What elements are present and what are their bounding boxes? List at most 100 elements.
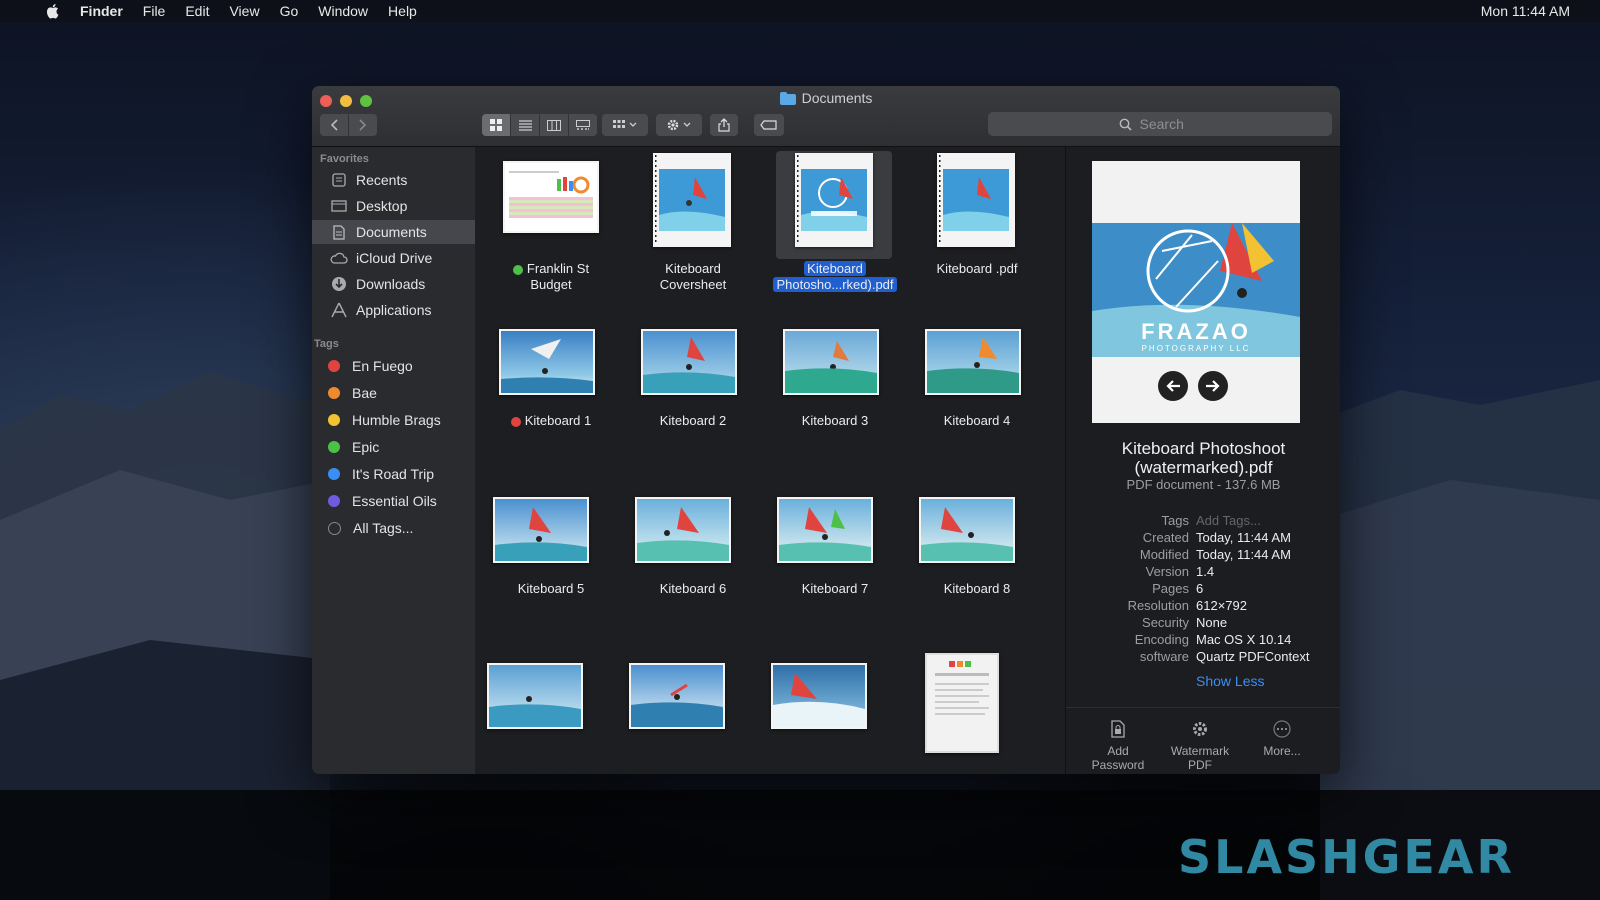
desktop-icon xyxy=(330,198,348,214)
file-item[interactable]: Franklin St Budget xyxy=(481,147,621,307)
sidebar-item-icloud-drive[interactable]: iCloud Drive xyxy=(312,246,475,270)
search-input[interactable] xyxy=(1137,115,1202,133)
file-thumbnail xyxy=(777,497,873,563)
add-password-button[interactable]: Add Password xyxy=(1078,718,1158,772)
file-item[interactable]: Kiteboard 8 xyxy=(907,485,1047,635)
documents-icon xyxy=(330,224,348,240)
group-icon xyxy=(613,120,637,128)
file-thumbnail xyxy=(493,497,589,563)
group-by-button[interactable] xyxy=(602,114,648,136)
file-item[interactable]: Kiteboard 5 xyxy=(481,485,621,635)
file-item[interactable]: Kiteboard 4 xyxy=(907,317,1047,467)
menu-finder[interactable]: Finder xyxy=(80,3,123,19)
kiteboard-pdf-preview xyxy=(939,155,1013,245)
sidebar-item-label: Documents xyxy=(356,224,427,240)
menu-bar: Finder File Edit View Go Window Help Mon… xyxy=(0,0,1600,22)
spreadsheet-preview xyxy=(509,171,593,218)
page-forward-button[interactable] xyxy=(1198,371,1228,401)
sidebar-item-label: iCloud Drive xyxy=(356,250,433,266)
menu-edit[interactable]: Edit xyxy=(185,3,209,19)
file-item[interactable]: Kiteboard Coversheet xyxy=(623,147,763,307)
share-button[interactable] xyxy=(710,114,738,136)
list-view-button[interactable] xyxy=(511,114,540,136)
meta-row-encoding: Encoding Mac OS X 10.14 xyxy=(1134,632,1292,647)
slashgear-watermark: SLASHGEAR xyxy=(1178,830,1515,884)
download-icon xyxy=(330,276,348,292)
sidebar-item-recents[interactable]: Recents xyxy=(312,168,475,192)
gear-icon xyxy=(1193,722,1207,736)
tag-color-dot xyxy=(512,264,523,275)
sidebar-tag-bae[interactable]: Bae xyxy=(312,381,475,405)
file-thumbnail xyxy=(795,153,873,247)
watermark-pdf-button[interactable]: Watermark PDF xyxy=(1160,718,1240,772)
sidebar-item-documents[interactable]: Documents xyxy=(312,220,475,244)
preview-pane: FRAZAO PHOTOGRAPHY LLC Kiteboard Photosh… xyxy=(1065,147,1340,774)
sidebar-item-downloads[interactable]: Downloads xyxy=(312,272,475,296)
window-title-label: Documents xyxy=(801,90,873,106)
back-button[interactable] xyxy=(320,114,349,136)
sidebar-item-label: All Tags... xyxy=(353,520,414,536)
svg-text:FRAZAO: FRAZAO xyxy=(1141,319,1251,344)
more-actions-button[interactable]: More... xyxy=(1242,718,1322,758)
tag-button[interactable] xyxy=(754,114,784,136)
sidebar-tag-epic[interactable]: Epic xyxy=(312,435,475,459)
menu-view[interactable]: View xyxy=(229,3,259,19)
sidebar-tags-header: Tags xyxy=(314,338,339,350)
file-item[interactable]: Kiteboard 3 xyxy=(765,317,905,467)
file-item[interactable]: Kiteboard 2 xyxy=(623,317,763,467)
file-thumbnail xyxy=(937,153,1015,247)
file-thumbnail xyxy=(771,663,867,729)
sidebar-tag-all-tags[interactable]: All Tags... xyxy=(312,516,475,540)
applications-icon xyxy=(330,302,348,318)
column-view-button[interactable] xyxy=(540,114,569,136)
file-item[interactable]: Kiteboard 6 xyxy=(623,485,763,635)
forward-button[interactable] xyxy=(349,114,377,136)
photo-kiteboard-6 xyxy=(637,507,729,561)
sidebar-tag-essential-oils[interactable]: Essential Oils xyxy=(312,489,475,513)
tag-color-dot xyxy=(328,495,340,507)
photo-kiteboard-4 xyxy=(927,337,1019,393)
file-item[interactable]: Kiteboard .pdf xyxy=(907,147,1047,307)
sidebar-item-label: Recents xyxy=(356,172,408,188)
tag-color-dot xyxy=(328,521,341,535)
tag-color-dot xyxy=(328,360,340,372)
gallery-view-button[interactable] xyxy=(569,114,597,136)
menu-window[interactable]: Window xyxy=(318,3,368,19)
meta-row-created: Created Today, 11:44 AM xyxy=(1142,530,1291,545)
sidebar-item-desktop[interactable]: Desktop xyxy=(312,194,475,218)
sidebar-tag-humble-brags[interactable]: Humble Brags xyxy=(312,408,475,432)
sidebar-item-label: Applications xyxy=(356,302,432,318)
menu-help[interactable]: Help xyxy=(388,3,417,19)
file-item[interactable]: Kiteboard 1 xyxy=(481,317,621,467)
preview-subtitle: PDF document - 137.6 MB xyxy=(1126,477,1281,492)
menu-go[interactable]: Go xyxy=(280,3,299,19)
show-less-link[interactable]: Show Less xyxy=(1196,673,1264,689)
sidebar-tag-road-trip[interactable]: It's Road Trip xyxy=(312,462,475,486)
menu-clock[interactable]: Mon 11:44 AM xyxy=(1481,0,1570,22)
photo-kiteboard-1 xyxy=(501,339,593,393)
sidebar-item-label: Epic xyxy=(352,439,380,455)
add-tags-field[interactable]: Add Tags... xyxy=(1196,513,1261,528)
sidebar-tag-en-fuego[interactable]: En Fuego xyxy=(312,354,475,378)
file-name: Kiteboard 7 xyxy=(801,581,869,596)
icon-view-button[interactable] xyxy=(482,114,511,136)
apple-logo-icon[interactable] xyxy=(44,2,62,20)
search-field[interactable] xyxy=(988,112,1332,136)
cloud-icon xyxy=(330,250,348,266)
file-item[interactable]: Kiteboard 7 xyxy=(765,485,905,635)
file-name: Kiteboard 4 xyxy=(943,413,1011,428)
tag-color-dot xyxy=(328,468,340,480)
menu-file[interactable]: File xyxy=(143,3,166,19)
file-name: Kiteboard 8 xyxy=(943,581,1011,596)
tag-color-dot xyxy=(328,414,340,426)
file-thumbnail xyxy=(641,329,737,395)
file-name: Kiteboard 6 xyxy=(659,581,727,596)
file-item-selected[interactable]: Kiteboard Photosho...rked).pdf xyxy=(765,147,905,307)
preview-image: FRAZAO PHOTOGRAPHY LLC xyxy=(1092,161,1300,423)
photo-kiteboard-7 xyxy=(779,507,871,561)
file-thumbnail xyxy=(925,653,999,753)
page-back-button[interactable] xyxy=(1158,371,1188,401)
action-menu-button[interactable] xyxy=(656,114,702,136)
meta-row-version: Version 1.4 xyxy=(1145,564,1215,579)
sidebar-item-applications[interactable]: Applications xyxy=(312,298,475,322)
